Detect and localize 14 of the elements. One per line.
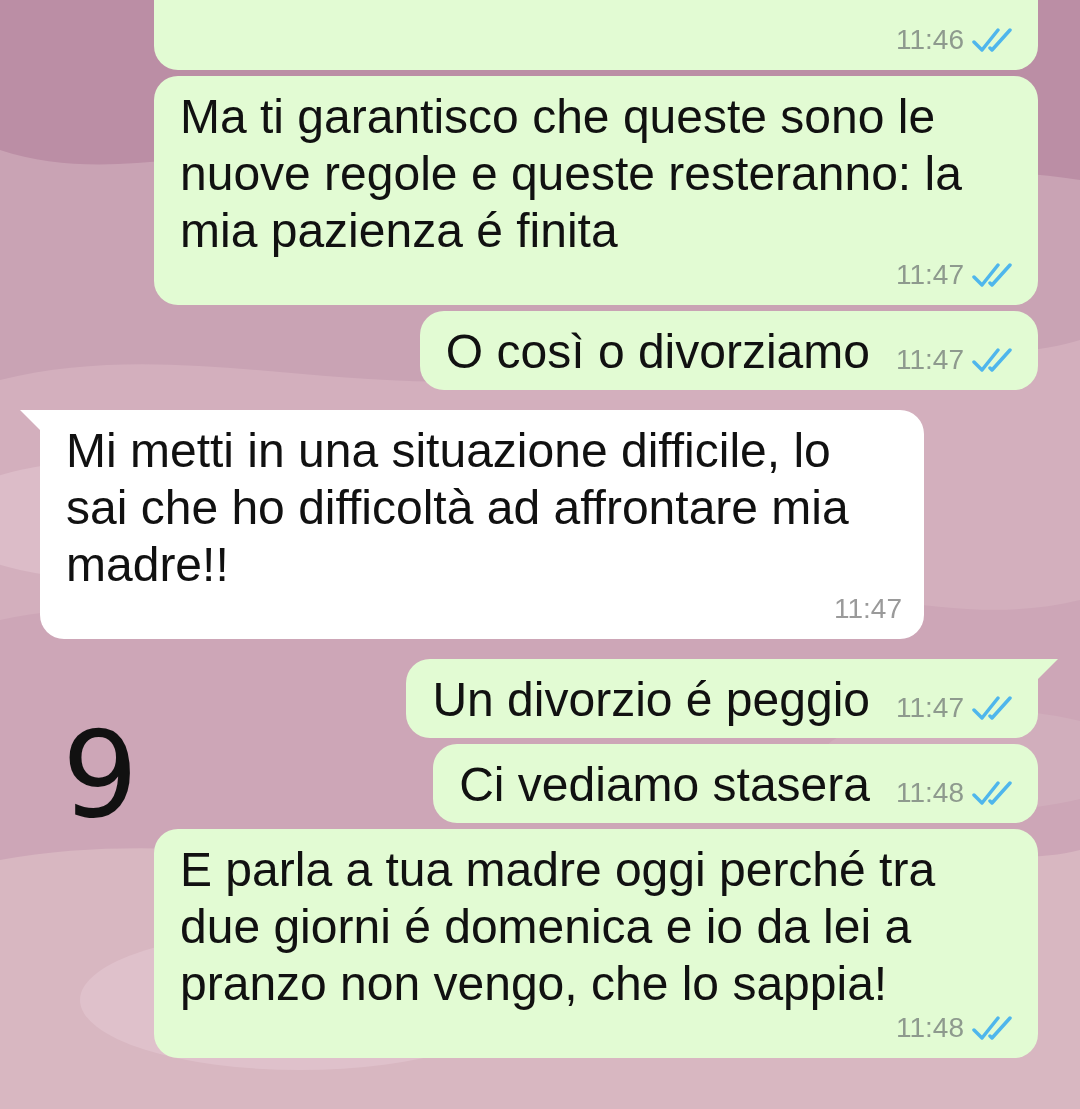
message-time: 11:48 [896,1012,964,1044]
message-time: 11:48 [896,777,964,809]
message-time: 11:47 [896,259,964,291]
message-time: 11:47 [834,593,902,625]
message-time: 11:46 [896,24,964,56]
message-time: 11:47 [896,692,964,724]
message-text: E parla a tua madre oggi perché tra due giorni é domenica e io da lei a pranzo non vengo, che lo sappia! [180,842,937,1012]
handwritten-number: 9 [62,715,139,835]
message-text: Un divorzio é peggio [432,672,870,728]
message-text: O così o divorziamo [445,324,870,380]
message-text: Ma ti garantisco che queste sono le nuove regole e queste resteranno: la mia pazienza é finita [180,89,963,259]
message-text: Mi metti in una situazione difficile, lo sai che ho difficoltà ad affrontare mia madre!! [66,423,850,593]
message-text: Ci vediamo stasera [459,757,870,813]
message-time: 11:47 [896,344,964,376]
